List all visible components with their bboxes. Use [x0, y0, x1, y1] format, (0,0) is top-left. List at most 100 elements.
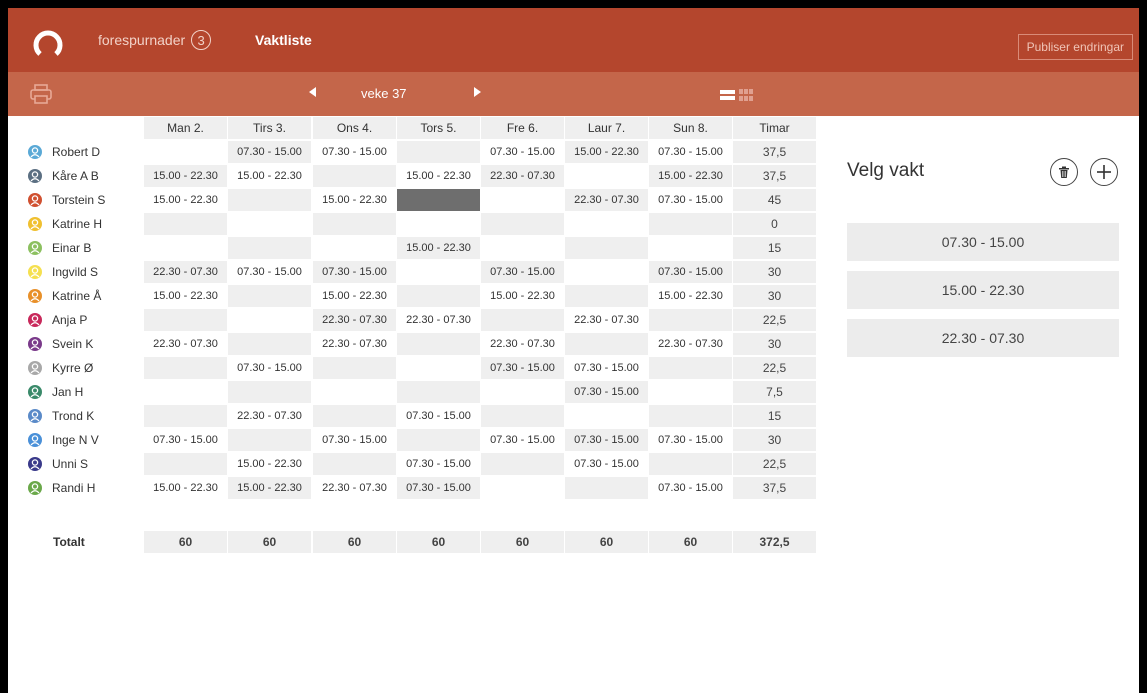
- shift-cell[interactable]: 22.30 - 07.30: [313, 333, 396, 355]
- shift-cell[interactable]: [313, 357, 396, 379]
- shift-cell[interactable]: 15.00 - 22.30: [144, 285, 227, 307]
- shift-cell[interactable]: 22.30 - 07.30: [228, 405, 311, 427]
- shift-cell[interactable]: 15.00 - 22.30: [649, 165, 732, 187]
- shift-cell[interactable]: [228, 285, 311, 307]
- shift-cell[interactable]: 07.30 - 15.00: [481, 429, 564, 451]
- shift-cell[interactable]: 15.00 - 22.30: [565, 141, 648, 163]
- shift-cell[interactable]: 22.30 - 07.30: [565, 309, 648, 331]
- shift-cell[interactable]: 07.30 - 15.00: [565, 429, 648, 451]
- shift-cell[interactable]: [565, 333, 648, 355]
- prev-week-icon[interactable]: [306, 85, 320, 99]
- publish-changes-button[interactable]: Publiser endringar: [1017, 34, 1133, 60]
- shift-cell[interactable]: [144, 237, 227, 259]
- shift-cell[interactable]: 22.30 - 07.30: [649, 333, 732, 355]
- shift-cell[interactable]: 15.00 - 22.30: [481, 285, 564, 307]
- shift-cell[interactable]: [228, 237, 311, 259]
- shift-cell[interactable]: [565, 261, 648, 283]
- shift-cell[interactable]: [397, 141, 480, 163]
- shift-cell[interactable]: [397, 213, 480, 235]
- shift-cell[interactable]: 07.30 - 15.00: [397, 453, 480, 475]
- shift-cell[interactable]: [397, 261, 480, 283]
- shift-cell[interactable]: 07.30 - 15.00: [565, 381, 648, 403]
- shift-cell[interactable]: [144, 405, 227, 427]
- shift-cell[interactable]: [313, 165, 396, 187]
- shift-cell[interactable]: [144, 141, 227, 163]
- shift-cell[interactable]: 15.00 - 22.30: [397, 237, 480, 259]
- shift-cell[interactable]: [397, 357, 480, 379]
- shift-cell[interactable]: [481, 309, 564, 331]
- shift-cell[interactable]: 22.30 - 07.30: [313, 477, 396, 499]
- shift-cell[interactable]: [481, 237, 564, 259]
- shift-cell[interactable]: 07.30 - 15.00: [313, 429, 396, 451]
- shift-cell[interactable]: [649, 213, 732, 235]
- app-logo-icon[interactable]: [30, 25, 66, 61]
- shift-cell[interactable]: 22.30 - 07.30: [481, 333, 564, 355]
- shift-cell[interactable]: 22.30 - 07.30: [481, 165, 564, 187]
- shift-cell[interactable]: [313, 381, 396, 403]
- shift-cell[interactable]: 07.30 - 15.00: [565, 453, 648, 475]
- shift-cell[interactable]: [481, 477, 564, 499]
- shift-cell[interactable]: [565, 213, 648, 235]
- shift-cell[interactable]: [481, 381, 564, 403]
- shift-cell[interactable]: 15.00 - 22.30: [144, 165, 227, 187]
- shift-cell[interactable]: 15.00 - 22.30: [649, 285, 732, 307]
- print-icon[interactable]: [30, 84, 52, 104]
- shift-cell[interactable]: [228, 429, 311, 451]
- shift-cell[interactable]: 07.30 - 15.00: [649, 429, 732, 451]
- shift-option-morning[interactable]: 07.30 - 15.00: [847, 223, 1119, 261]
- shift-cell[interactable]: 07.30 - 15.00: [649, 189, 732, 211]
- shift-cell[interactable]: 15.00 - 22.30: [144, 477, 227, 499]
- shift-cell[interactable]: 07.30 - 15.00: [397, 405, 480, 427]
- shift-cell[interactable]: [313, 453, 396, 475]
- shift-option-night[interactable]: 22.30 - 07.30: [847, 319, 1119, 357]
- shift-cell[interactable]: 15.00 - 22.30: [313, 189, 396, 211]
- shift-cell[interactable]: [565, 405, 648, 427]
- shift-cell[interactable]: 15.00 - 22.30: [228, 477, 311, 499]
- shift-cell[interactable]: 07.30 - 15.00: [481, 357, 564, 379]
- shift-cell[interactable]: 22.30 - 07.30: [397, 309, 480, 331]
- shift-cell[interactable]: 22.30 - 07.30: [313, 309, 396, 331]
- shift-cell[interactable]: [228, 333, 311, 355]
- shift-cell[interactable]: [313, 405, 396, 427]
- shift-cell[interactable]: 15.00 - 22.30: [228, 453, 311, 475]
- shift-cell[interactable]: 07.30 - 15.00: [481, 261, 564, 283]
- shift-cell[interactable]: [397, 381, 480, 403]
- add-shift-button[interactable]: [1090, 158, 1118, 186]
- next-week-icon[interactable]: [470, 85, 484, 99]
- shift-cell[interactable]: [481, 405, 564, 427]
- shift-cell[interactable]: 07.30 - 15.00: [313, 261, 396, 283]
- grid-view-icon[interactable]: [739, 89, 753, 101]
- shift-cell[interactable]: 22.30 - 07.30: [144, 261, 227, 283]
- shift-cell[interactable]: 07.30 - 15.00: [649, 261, 732, 283]
- shift-cell[interactable]: [313, 213, 396, 235]
- shift-cell[interactable]: [481, 189, 564, 211]
- shift-cell[interactable]: 15.00 - 22.30: [228, 165, 311, 187]
- shift-cell[interactable]: 07.30 - 15.00: [649, 141, 732, 163]
- shift-cell[interactable]: 22.30 - 07.30: [144, 333, 227, 355]
- shift-cell[interactable]: 07.30 - 15.00: [481, 141, 564, 163]
- shift-cell[interactable]: [144, 213, 227, 235]
- nav-requests[interactable]: forespurnader 3: [98, 30, 212, 50]
- shift-cell[interactable]: [228, 309, 311, 331]
- shift-option-evening[interactable]: 15.00 - 22.30: [847, 271, 1119, 309]
- nav-roster[interactable]: Vaktliste: [255, 32, 312, 48]
- shift-cell[interactable]: [649, 237, 732, 259]
- shift-cell[interactable]: [144, 309, 227, 331]
- delete-shift-button[interactable]: [1050, 158, 1078, 186]
- shift-cell[interactable]: [649, 357, 732, 379]
- shift-cell[interactable]: [228, 189, 311, 211]
- shift-cell[interactable]: 07.30 - 15.00: [649, 477, 732, 499]
- shift-cell[interactable]: 22.30 - 07.30: [565, 189, 648, 211]
- shift-cell[interactable]: [228, 213, 311, 235]
- shift-cell[interactable]: [144, 357, 227, 379]
- shift-cell[interactable]: 15.00 - 22.30: [397, 165, 480, 187]
- shift-cell[interactable]: 15.00 - 22.30: [144, 189, 227, 211]
- shift-cell[interactable]: [397, 429, 480, 451]
- shift-cell[interactable]: [649, 405, 732, 427]
- shift-cell[interactable]: [228, 381, 311, 403]
- shift-cell[interactable]: [481, 213, 564, 235]
- shift-cell[interactable]: 07.30 - 15.00: [144, 429, 227, 451]
- shift-cell[interactable]: [397, 285, 480, 307]
- shift-cell[interactable]: 15.00 - 22.30: [313, 285, 396, 307]
- shift-cell[interactable]: [397, 333, 480, 355]
